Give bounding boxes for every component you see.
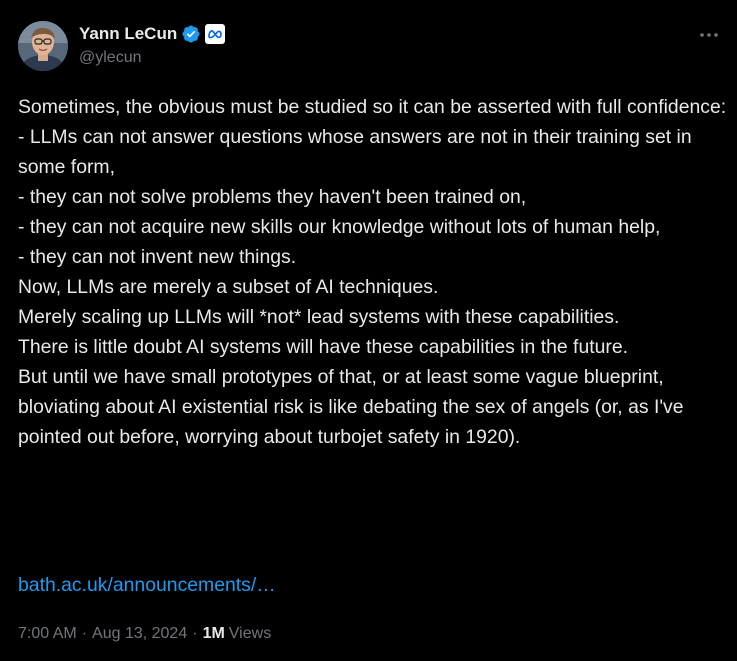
tweet-text: Sometimes, the obvious must be studied s… — [18, 96, 727, 448]
more-options-icon[interactable] — [695, 25, 723, 45]
author-info: Yann LeCun @ylecun — [79, 23, 226, 67]
name-row: Yann LeCun — [79, 23, 226, 45]
meta-logo-icon[interactable] — [205, 24, 226, 44]
author-name[interactable]: Yann LeCun — [79, 24, 177, 44]
verified-badge-icon[interactable] — [181, 24, 201, 44]
avatar-photo — [18, 21, 68, 71]
tweet-card: Yann LeCun @ylecun Sometimes, the obviou… — [0, 0, 737, 661]
author-handle[interactable]: @ylecun — [79, 49, 225, 67]
tweet-header: Yann LeCun @ylecun — [18, 21, 723, 73]
meta-separator: · — [192, 625, 198, 642]
avatar[interactable] — [18, 21, 68, 71]
meta-separator: · — [81, 625, 88, 642]
tweet-date[interactable]: Aug 13, 2024 — [92, 622, 187, 646]
views-count: 1M — [202, 625, 225, 642]
tweet-meta: 7:00 AM · Aug 13, 2024 · 1M Views — [18, 622, 271, 646]
tweet-time[interactable]: 7:00 AM — [18, 622, 77, 646]
tweet-link[interactable]: bath.ac.uk/announcements/… — [18, 570, 276, 600]
views-label: Views — [228, 625, 272, 642]
